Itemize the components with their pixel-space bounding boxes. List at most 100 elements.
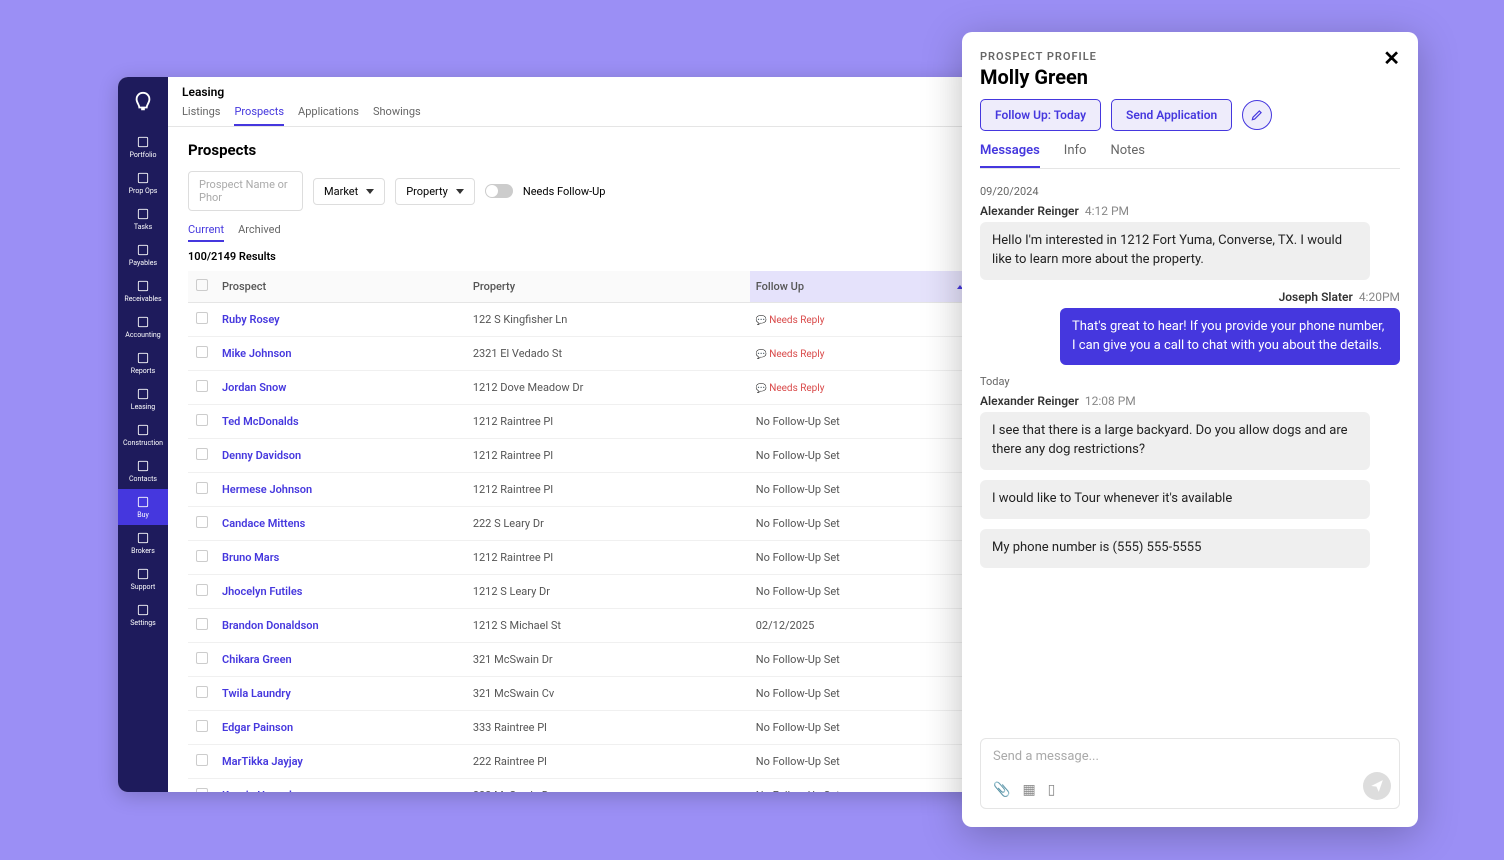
row-checkbox[interactable] bbox=[196, 448, 208, 460]
property-filter[interactable]: Property bbox=[395, 178, 475, 205]
nav-leasing[interactable]: Leasing bbox=[118, 381, 168, 417]
close-icon[interactable]: ✕ bbox=[1383, 46, 1400, 70]
row-checkbox[interactable] bbox=[196, 788, 208, 792]
tab-showings[interactable]: Showings bbox=[373, 105, 421, 126]
row-checkbox[interactable] bbox=[196, 550, 208, 562]
msg-header: Joseph Slater4:20PM bbox=[980, 290, 1400, 304]
row-checkbox[interactable] bbox=[196, 380, 208, 392]
nav-icon bbox=[136, 567, 150, 581]
prospect-link[interactable]: Brandon Donaldson bbox=[216, 609, 467, 643]
msg-bubble: My phone number is (555) 555-5555 bbox=[980, 529, 1370, 568]
prospect-link[interactable]: Hermese Johnson bbox=[216, 473, 467, 507]
prospect-link[interactable]: Twila Laundry bbox=[216, 677, 467, 711]
row-checkbox[interactable] bbox=[196, 482, 208, 494]
chevron-down-icon bbox=[366, 189, 374, 194]
composer-input[interactable]: Send a message... bbox=[993, 749, 1387, 764]
prospect-link[interactable]: Jordan Snow bbox=[216, 371, 467, 405]
nav-receivables[interactable]: Receivables bbox=[118, 273, 168, 309]
col-prospect[interactable]: Prospect bbox=[216, 271, 467, 303]
subtab-archived[interactable]: Archived bbox=[238, 223, 281, 242]
panel-tab-notes[interactable]: Notes bbox=[1110, 143, 1145, 168]
subtab-current[interactable]: Current bbox=[188, 223, 224, 242]
prospect-link[interactable]: Denny Davidson bbox=[216, 439, 467, 473]
prospect-link[interactable]: Edgar Painson bbox=[216, 711, 467, 745]
msg-header: Alexander Reinger4:12 PM bbox=[980, 204, 1400, 218]
tab-applications[interactable]: Applications bbox=[298, 105, 359, 126]
nav-icon bbox=[136, 495, 150, 509]
row-checkbox[interactable] bbox=[196, 312, 208, 324]
select-all-checkbox[interactable] bbox=[196, 279, 208, 291]
nav-icon bbox=[136, 135, 150, 149]
panel-eyebrow: PROSPECT PROFILE bbox=[980, 50, 1400, 63]
nav-icon bbox=[136, 603, 150, 617]
nav-icon bbox=[136, 351, 150, 365]
nav-accounting[interactable]: Accounting bbox=[118, 309, 168, 345]
nav-portfolio[interactable]: Portfolio bbox=[118, 129, 168, 165]
row-checkbox[interactable] bbox=[196, 516, 208, 528]
nav-icon bbox=[136, 243, 150, 257]
row-checkbox[interactable] bbox=[196, 584, 208, 596]
prospect-link[interactable]: Mike Johnson bbox=[216, 337, 467, 371]
edit-button[interactable] bbox=[1242, 100, 1272, 130]
nav-icon bbox=[136, 423, 150, 437]
nav-contacts[interactable]: Contacts bbox=[118, 453, 168, 489]
nav-prop-ops[interactable]: Prop Ops bbox=[118, 165, 168, 201]
toggle-label: Needs Follow-Up bbox=[523, 185, 606, 198]
prospect-link[interactable]: Chikara Green bbox=[216, 643, 467, 677]
row-checkbox[interactable] bbox=[196, 346, 208, 358]
send-application-button[interactable]: Send Application bbox=[1111, 99, 1232, 131]
panel-tab-messages[interactable]: Messages bbox=[980, 143, 1040, 168]
prospect-profile-panel: ✕ PROSPECT PROFILE Molly Green Follow Up… bbox=[962, 32, 1418, 827]
logo bbox=[128, 87, 158, 117]
msg-bubble: I would like to Tour whenever it's avail… bbox=[980, 480, 1370, 519]
msg-bubble: I see that there is a large backyard. Do… bbox=[980, 412, 1370, 470]
row-checkbox[interactable] bbox=[196, 686, 208, 698]
nav-brokers[interactable]: Brokers bbox=[118, 525, 168, 561]
nav-tasks[interactable]: Tasks bbox=[118, 201, 168, 237]
row-checkbox[interactable] bbox=[196, 618, 208, 630]
row-checkbox[interactable] bbox=[196, 754, 208, 766]
prospect-link[interactable]: Keysia Hansol bbox=[216, 779, 467, 793]
followup-button[interactable]: Follow Up: Today bbox=[980, 99, 1101, 131]
prospect-link[interactable]: Jhocelyn Futiles bbox=[216, 575, 467, 609]
market-filter[interactable]: Market bbox=[313, 178, 385, 205]
attach-icon[interactable]: 📎 bbox=[993, 782, 1010, 798]
row-checkbox[interactable] bbox=[196, 652, 208, 664]
panel-tab-info[interactable]: Info bbox=[1064, 143, 1087, 168]
msg-header: Alexander Reinger12:08 PM bbox=[980, 394, 1400, 408]
chevron-down-icon bbox=[456, 189, 464, 194]
prospect-link[interactable]: Bruno Mars bbox=[216, 541, 467, 575]
sidebar: PortfolioProp OpsTasksPayablesReceivable… bbox=[118, 77, 168, 792]
prospect-link[interactable]: MarTikka Jayjay bbox=[216, 745, 467, 779]
prospect-link[interactable]: Ted McDonalds bbox=[216, 405, 467, 439]
nav-support[interactable]: Support bbox=[118, 561, 168, 597]
search-input[interactable]: Prospect Name or Phor bbox=[188, 171, 303, 211]
date-label: Today bbox=[980, 375, 1400, 388]
nav-payables[interactable]: Payables bbox=[118, 237, 168, 273]
nav-reports[interactable]: Reports bbox=[118, 345, 168, 381]
prospect-link[interactable]: Ruby Rosey bbox=[216, 303, 467, 337]
doc-icon[interactable]: ▯ bbox=[1048, 782, 1056, 798]
row-checkbox[interactable] bbox=[196, 414, 208, 426]
nav-icon bbox=[136, 171, 150, 185]
panel-title: Molly Green bbox=[980, 65, 1400, 89]
col-property[interactable]: Property bbox=[467, 271, 750, 303]
nav-buy[interactable]: Buy bbox=[118, 489, 168, 525]
prospect-link[interactable]: Candace Mittens bbox=[216, 507, 467, 541]
nav-icon bbox=[136, 315, 150, 329]
nav-icon bbox=[136, 459, 150, 473]
needs-followup-toggle[interactable] bbox=[485, 184, 513, 198]
nav-settings[interactable]: Settings bbox=[118, 597, 168, 633]
row-checkbox[interactable] bbox=[196, 720, 208, 732]
tab-listings[interactable]: Listings bbox=[182, 105, 220, 126]
date-label: 09/20/2024 bbox=[980, 185, 1400, 198]
message-composer[interactable]: Send a message... 📎 ▦ ▯ bbox=[980, 738, 1400, 809]
nav-icon bbox=[136, 531, 150, 545]
nav-icon bbox=[136, 387, 150, 401]
nav-construction[interactable]: Construction bbox=[118, 417, 168, 453]
col-followup[interactable]: Follow Up bbox=[750, 271, 972, 303]
msg-bubble-sent: That's great to hear! If you provide you… bbox=[1060, 308, 1400, 366]
tab-prospects[interactable]: Prospects bbox=[234, 105, 284, 126]
template-icon[interactable]: ▦ bbox=[1022, 782, 1035, 798]
send-button[interactable] bbox=[1363, 772, 1391, 800]
